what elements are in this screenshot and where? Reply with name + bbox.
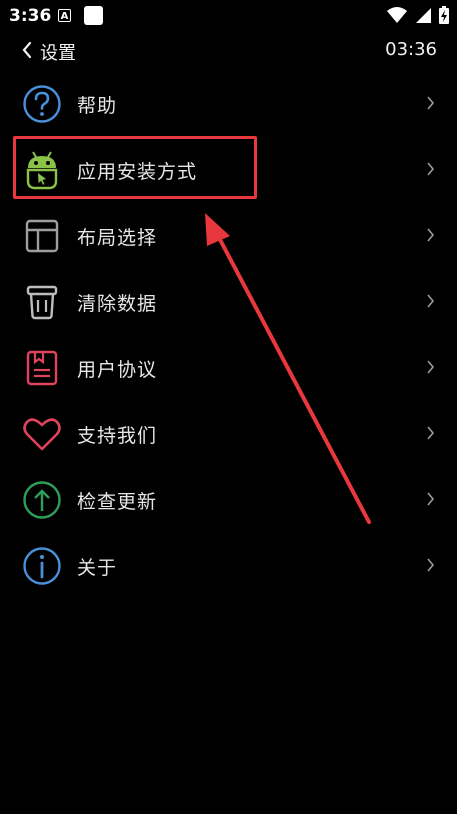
page-title: 设置: [40, 43, 76, 64]
notification-a-icon: A: [58, 9, 71, 22]
menu-item-support-us[interactable]: 支持我们: [0, 400, 457, 466]
menu-item-label: 清除数据: [77, 293, 158, 315]
menu-item-label: 帮助: [77, 95, 118, 117]
menu-item-help[interactable]: 帮助: [0, 70, 457, 136]
header-clock: 03:36: [385, 39, 437, 60]
menu-item-clear-data[interactable]: 清除数据: [0, 268, 457, 334]
agreement-icon: [26, 350, 58, 386]
menu-item-about[interactable]: 关于: [0, 532, 457, 598]
trash-icon: [26, 285, 58, 320]
status-time: 3:36: [9, 6, 52, 26]
back-icon[interactable]: [20, 40, 34, 60]
chevron-right-icon: [427, 492, 435, 506]
chevron-right-icon: [427, 558, 435, 572]
layout-icon: [25, 219, 59, 253]
info-icon: [23, 547, 61, 585]
chevron-right-icon: [427, 360, 435, 374]
battery-icon: [439, 6, 449, 24]
system-icons: [379, 6, 449, 26]
menu-item-label: 布局选择: [77, 227, 158, 249]
app-header: 设置 03:36: [0, 32, 457, 68]
menu-item-user-agreement[interactable]: 用户协议: [0, 334, 457, 400]
chevron-right-icon: [427, 228, 435, 242]
heart-icon: [23, 418, 61, 451]
chevron-right-icon: [427, 426, 435, 440]
highlight-box: [13, 136, 257, 199]
menu-item-label: 支持我们: [77, 425, 158, 447]
help-icon: [23, 85, 61, 123]
status-bar: 3:36 A: [0, 0, 457, 32]
menu-item-layout[interactable]: 布局选择: [0, 202, 457, 268]
menu-item-label: 用户协议: [77, 359, 158, 381]
menu-item-label: 检查更新: [77, 491, 158, 513]
notification-square-icon: [84, 6, 103, 25]
wifi-icon: [387, 7, 407, 23]
update-icon: [23, 481, 61, 519]
chevron-right-icon: [427, 162, 435, 176]
chevron-right-icon: [427, 294, 435, 308]
signal-icon: [416, 8, 431, 23]
menu-item-label: 关于: [77, 557, 118, 579]
chevron-right-icon: [427, 96, 435, 110]
menu-item-check-update[interactable]: 检查更新: [0, 466, 457, 532]
